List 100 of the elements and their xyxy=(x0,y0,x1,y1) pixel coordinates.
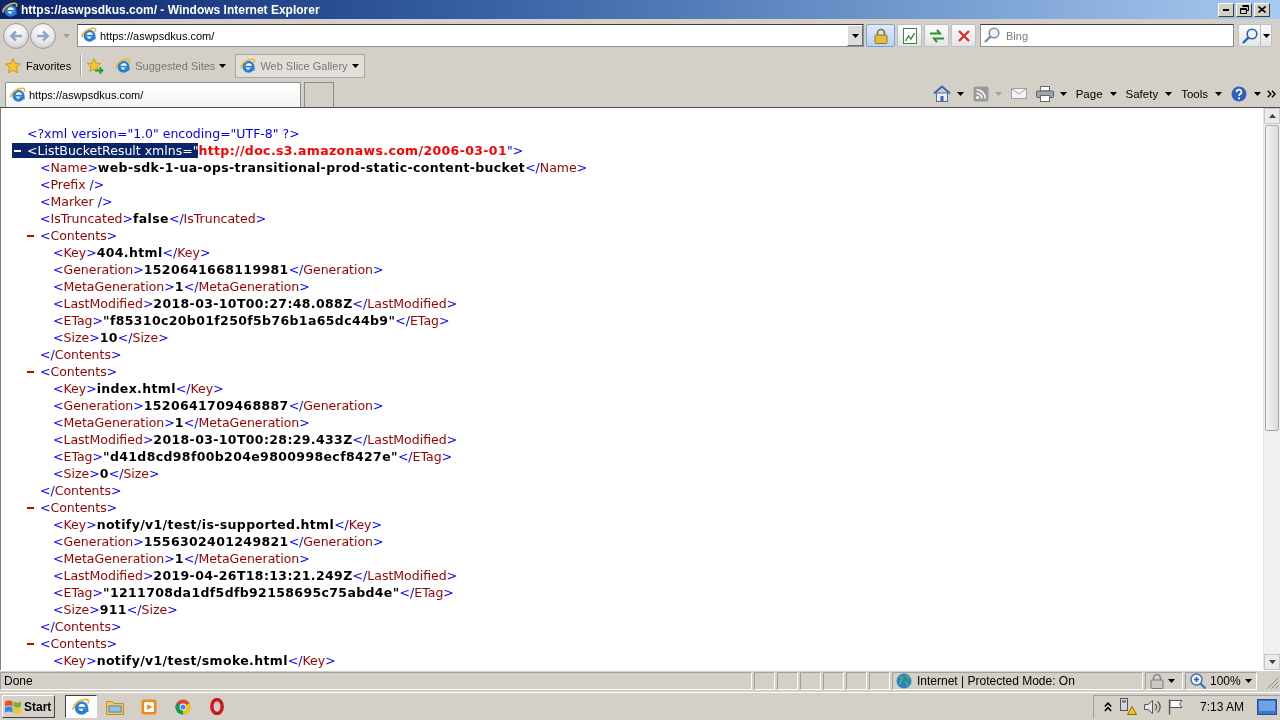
caret-icon xyxy=(1262,33,1270,38)
caret-icon xyxy=(1244,679,1252,683)
status-panel xyxy=(846,672,867,690)
namespace-url: http://doc.s3.amazonaws.com/2006-03-01 xyxy=(198,142,507,159)
restore-icon xyxy=(1239,5,1249,14)
xml-element: <ETag>"f85310c20b01f250f5b76b1a65dc44b9"</ETag> xyxy=(53,312,450,329)
caret-icon xyxy=(851,33,859,38)
flag-icon[interactable] xyxy=(1167,698,1183,715)
zoom-button[interactable]: 100% xyxy=(1185,672,1257,690)
star-arrow-icon xyxy=(87,58,106,74)
stop-button[interactable] xyxy=(951,24,976,47)
xml-element: <Size>10</Size> xyxy=(53,329,169,346)
clock-text: 7:13 AM xyxy=(1199,699,1244,714)
minus-icon xyxy=(27,370,34,373)
address-field[interactable]: https://aswpsdkus.com/ xyxy=(77,24,864,47)
browser-logo-icon xyxy=(72,697,91,716)
xml-tag: <Contents> xyxy=(40,636,118,651)
xml-element: <MetaGeneration>1</MetaGeneration> xyxy=(53,550,310,567)
favorites-link[interactable]: Web Slice Gallery xyxy=(235,54,365,78)
xml-element: <Size>911</Size> xyxy=(53,601,178,618)
star-icon xyxy=(5,58,21,74)
xml-element: <ETag>"d41d8cd98f00b204e9800998ecf8427e"</ETag> xyxy=(53,448,453,465)
caret-icon xyxy=(994,91,1002,96)
refresh-button[interactable] xyxy=(924,24,949,47)
xml-element: <Generation>1520641709468887</Generation> xyxy=(53,397,384,414)
caret-icon xyxy=(1215,91,1222,96)
scroll-up-button[interactable] xyxy=(1264,108,1280,124)
menu-button[interactable]: Safety xyxy=(1122,82,1176,105)
menu-button[interactable]: Tools xyxy=(1178,82,1225,105)
address-dropdown-button[interactable] xyxy=(847,25,863,46)
xml-element: <Generation>1520641668119981</Generation> xyxy=(53,261,384,278)
search-field[interactable]: Bing xyxy=(980,24,1234,47)
caret-icon xyxy=(956,91,964,96)
show-desktop-icon[interactable] xyxy=(1257,698,1277,715)
xml-tag: <Contents> xyxy=(40,228,118,243)
xml-element: <MetaGeneration>1</MetaGeneration> xyxy=(53,278,310,295)
taskbar-app-button[interactable] xyxy=(65,695,98,718)
chevrons-right-icon[interactable] xyxy=(1267,89,1276,98)
help-icon xyxy=(1231,85,1247,102)
caret-icon xyxy=(1109,91,1117,96)
close-button[interactable] xyxy=(1254,2,1270,17)
windows-flag-icon xyxy=(4,698,22,715)
xml-element: <Key>notify/v1/test/is-supported.html</Key> xyxy=(53,516,382,533)
caret-icon xyxy=(219,64,227,68)
collapse-toggle[interactable] xyxy=(12,143,27,158)
status-panel xyxy=(869,672,890,690)
xml-element: <Marker /> xyxy=(40,193,113,210)
caret-icon xyxy=(351,64,359,68)
xml-element: <ETag>"1211708da1df5dfb92158695c75abd4e"</ETag> xyxy=(53,584,454,601)
minimize-button[interactable] xyxy=(1218,2,1234,17)
xml-element: <Size>0</Size> xyxy=(53,465,160,482)
envelope-icon xyxy=(1010,88,1027,99)
caret-icon xyxy=(1268,660,1276,664)
security-zone-text: Internet | Protected Mode: On xyxy=(917,674,1075,688)
protected-mode-button[interactable] xyxy=(1145,672,1183,690)
ring-logo-icon xyxy=(210,698,225,715)
minimize-icon xyxy=(1223,8,1229,11)
menu-button[interactable]: Page xyxy=(1072,82,1120,105)
status-panel xyxy=(754,672,775,690)
close-icon xyxy=(957,29,970,42)
arrow-right-icon xyxy=(36,29,50,42)
folder-icon xyxy=(106,698,125,715)
caret-icon xyxy=(1168,679,1175,683)
caret-icon xyxy=(1059,91,1067,96)
status-text: Done xyxy=(4,674,33,688)
browser-tab[interactable]: https://aswpsdkus.com/ xyxy=(5,82,301,107)
play-icon xyxy=(141,698,158,715)
xml-element: <Key>notify/v1/test/smoke.html</Key> xyxy=(53,652,336,669)
minus-icon xyxy=(27,234,34,237)
globe-icon xyxy=(896,673,912,689)
network-warning-icon[interactable] xyxy=(1118,698,1137,715)
start-button[interactable]: Start xyxy=(2,695,56,718)
chrome-logo-icon xyxy=(175,698,192,715)
caret-icon xyxy=(62,33,70,38)
browser-logo-icon xyxy=(10,87,26,103)
search-options-button[interactable] xyxy=(1261,24,1272,47)
xml-element: <Prefix /> xyxy=(40,176,105,193)
scroll-down-button[interactable] xyxy=(1264,654,1280,670)
window-title: https://aswpsdkus.com/ - Windows Internet Explorer xyxy=(21,2,321,17)
speaker-icon[interactable] xyxy=(1143,698,1161,715)
xml-tag: "> xyxy=(507,143,524,158)
xml-tag: <Contents> xyxy=(40,500,118,515)
xml-element: <Generation>1556302401249821</Generation> xyxy=(53,533,384,550)
favorites-button[interactable]: Favorites xyxy=(3,54,76,78)
xml-tag: <ListBucketResult xmlns=" xyxy=(27,143,199,158)
zoom-icon xyxy=(1190,673,1206,689)
minus-icon xyxy=(27,642,34,645)
xml-element: <IsTruncated>false</IsTruncated> xyxy=(40,210,267,227)
compatibility-button[interactable] xyxy=(897,24,922,47)
printer-icon xyxy=(1035,85,1054,102)
restore-button[interactable] xyxy=(1236,2,1252,17)
minus-icon xyxy=(27,506,34,509)
browser-logo-icon xyxy=(115,58,132,74)
xml-element: <LastModified>2018-03-10T00:28:29.433Z</LastModified> xyxy=(53,431,458,448)
xml-declaration: <?xml version="1.0" encoding="UTF-8" ?> xyxy=(27,125,300,142)
resize-grip-icon[interactable] xyxy=(1267,677,1279,689)
scrollbar-thumb[interactable] xyxy=(1265,125,1279,431)
search-button[interactable] xyxy=(1238,24,1261,47)
xml-element: <Key>404.html</Key> xyxy=(53,244,211,261)
chevrons-up-icon[interactable] xyxy=(1103,701,1112,712)
